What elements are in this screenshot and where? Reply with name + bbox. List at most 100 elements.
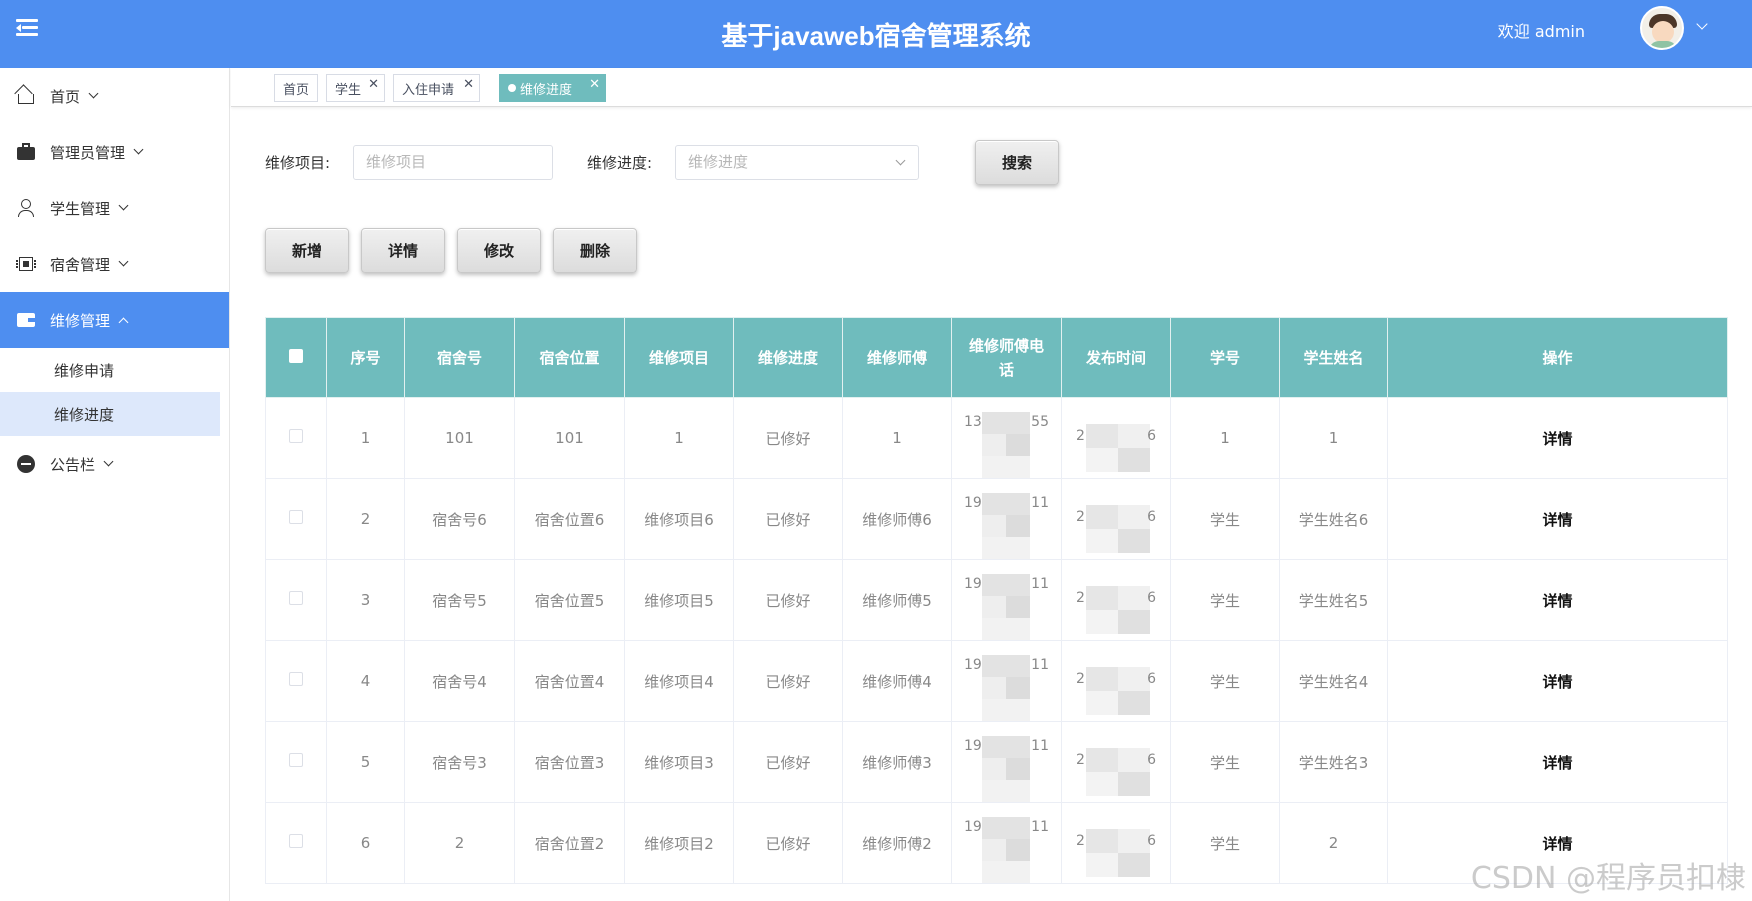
cell-item: 维修项目6: [624, 478, 734, 560]
cell-location: 宿舍位置5: [514, 559, 625, 641]
search-button[interactable]: 搜索: [975, 140, 1059, 185]
cell-student-no: 学生: [1170, 802, 1280, 884]
tab-student[interactable]: 学生 ✕: [326, 74, 385, 102]
add-button[interactable]: 新增: [265, 228, 349, 273]
sidebar-item-home[interactable]: 首页: [0, 68, 229, 124]
repair-item-label: 维修项目:: [265, 154, 331, 172]
cell-student-no: 1: [1170, 397, 1280, 479]
avatar[interactable]: [1640, 6, 1684, 50]
column-header: 宿舍号: [404, 317, 515, 398]
cell-phone-suffix: 11: [1031, 576, 1049, 592]
row-detail-link[interactable]: 详情: [1387, 559, 1728, 641]
cell-student-no: 学生: [1170, 478, 1280, 560]
repair-item-input[interactable]: 维修项目: [353, 145, 553, 180]
cell-phone-prefix: 19: [964, 657, 982, 673]
column-header: 宿舍位置: [514, 317, 625, 398]
detail-button[interactable]: 详情: [361, 228, 445, 273]
row-detail-link[interactable]: 详情: [1387, 478, 1728, 560]
cell-progress: 已修好: [733, 802, 843, 884]
user-icon: [16, 198, 36, 218]
cell-dorm: 宿舍号4: [404, 640, 515, 722]
column-header: 学号: [1170, 317, 1280, 398]
select-all-header[interactable]: [265, 317, 327, 398]
cell-time-prefix: 2: [1076, 752, 1085, 768]
cell-student-no: 学生: [1170, 721, 1280, 803]
sidebar-subitem-repair-progress[interactable]: 维修进度: [0, 392, 220, 436]
close-icon[interactable]: ✕: [368, 77, 379, 92]
tab-label: 学生: [335, 82, 362, 98]
row-select-cell[interactable]: [265, 478, 327, 560]
cell-time-prefix: 2: [1076, 590, 1085, 606]
cell-time-suffix: 6: [1147, 509, 1156, 525]
cell-time-suffix: 6: [1147, 833, 1156, 849]
sidebar-item-notice-board[interactable]: 公告栏: [0, 436, 229, 492]
cell-time-prefix: 2: [1076, 509, 1085, 525]
repair-progress-select[interactable]: 维修进度: [675, 145, 919, 180]
sidebar-item-dorm-management[interactable]: 宿舍管理: [0, 236, 229, 292]
cell-location: 宿舍位置6: [514, 478, 625, 560]
cell-phone-prefix: 19: [964, 738, 982, 754]
cell-item: 维修项目2: [624, 802, 734, 884]
cell-phone-prefix: 19: [964, 576, 982, 592]
cell-time: 26: [1061, 397, 1171, 479]
cell-phone: 19 11: [951, 802, 1062, 884]
cell-student-name: 1: [1279, 397, 1388, 479]
watermark: CSDN @程序员扣棣: [1470, 861, 1746, 896]
select-placeholder: 维修进度: [688, 153, 749, 171]
chevron-down-icon: [133, 144, 144, 155]
cell-student-name: 2: [1279, 802, 1388, 884]
row-detail-link[interactable]: 详情: [1387, 397, 1728, 479]
chevron-down-icon: [895, 155, 906, 166]
cell-progress: 已修好: [733, 478, 843, 560]
cell-time: 26: [1061, 478, 1171, 560]
tab-checkin-apply[interactable]: 入住申请 ✕: [393, 74, 480, 102]
cell-phone-suffix: 11: [1031, 819, 1049, 835]
cell-phone: 19 11: [951, 478, 1062, 560]
sidebar-item-student-management[interactable]: 学生管理: [0, 180, 229, 236]
row-select-cell[interactable]: [265, 721, 327, 803]
delete-button[interactable]: 删除: [553, 228, 637, 273]
row-checkbox[interactable]: [289, 753, 303, 767]
cell-worker: 维修师傅4: [842, 640, 952, 722]
cell-no: 1: [326, 397, 405, 479]
table-row: 1 101 101 1 已修好 1 13 55 2 6 1 1 详情: [265, 397, 1728, 479]
chip-icon: [16, 254, 36, 274]
sidebar-item-admin-management[interactable]: 管理员管理: [0, 124, 229, 180]
close-icon[interactable]: ✕: [589, 77, 600, 92]
cell-time: 26: [1061, 802, 1171, 884]
row-select-cell[interactable]: [265, 640, 327, 722]
table-row: 4 宿舍号4 宿舍位置4 维修项目4 已修好 维修师傅4 19 11 2 6 学生 学生姓名4 详情: [265, 640, 1728, 722]
column-header: 维修进度: [733, 317, 843, 398]
cell-progress: 已修好: [733, 559, 843, 641]
cell-student-name: 学生姓名5: [1279, 559, 1388, 641]
cell-dorm: 宿舍号5: [404, 559, 515, 641]
row-select-cell[interactable]: [265, 802, 327, 884]
table-row: 5 宿舍号3 宿舍位置3 维修项目3 已修好 维修师傅3 19 11 2 6 学生 学生姓名3 详情: [265, 721, 1728, 803]
sidebar-subitem-repair-apply[interactable]: 维修申请: [0, 348, 229, 392]
select-all-checkbox[interactable]: [289, 348, 303, 363]
cell-worker: 维修师傅3: [842, 721, 952, 803]
active-dot-icon: [508, 84, 516, 92]
row-select-cell[interactable]: [265, 559, 327, 641]
row-detail-link[interactable]: 详情: [1387, 640, 1728, 722]
cell-student-no: 学生: [1170, 559, 1280, 641]
chevron-down-icon: [118, 200, 129, 211]
cell-location: 101: [514, 397, 625, 479]
cell-student-name: 学生姓名6: [1279, 478, 1388, 560]
cell-time-suffix: 6: [1147, 671, 1156, 687]
row-detail-link[interactable]: 详情: [1387, 721, 1728, 803]
tab-repair-progress[interactable]: 维修进度 ✕: [499, 74, 606, 102]
row-select-cell[interactable]: [265, 397, 327, 479]
cell-student-name: 学生姓名4: [1279, 640, 1388, 722]
close-icon[interactable]: ✕: [463, 77, 474, 92]
row-checkbox[interactable]: [289, 834, 303, 848]
row-checkbox[interactable]: [289, 429, 303, 443]
cell-phone-prefix: 19: [964, 495, 982, 511]
sidebar-item-repair-management[interactable]: 维修管理: [0, 292, 229, 348]
tab-home[interactable]: 首页: [274, 74, 318, 102]
row-checkbox[interactable]: [289, 672, 303, 686]
cell-time: 26: [1061, 640, 1171, 722]
row-checkbox[interactable]: [289, 591, 303, 605]
row-checkbox[interactable]: [289, 510, 303, 524]
edit-button[interactable]: 修改: [457, 228, 541, 273]
